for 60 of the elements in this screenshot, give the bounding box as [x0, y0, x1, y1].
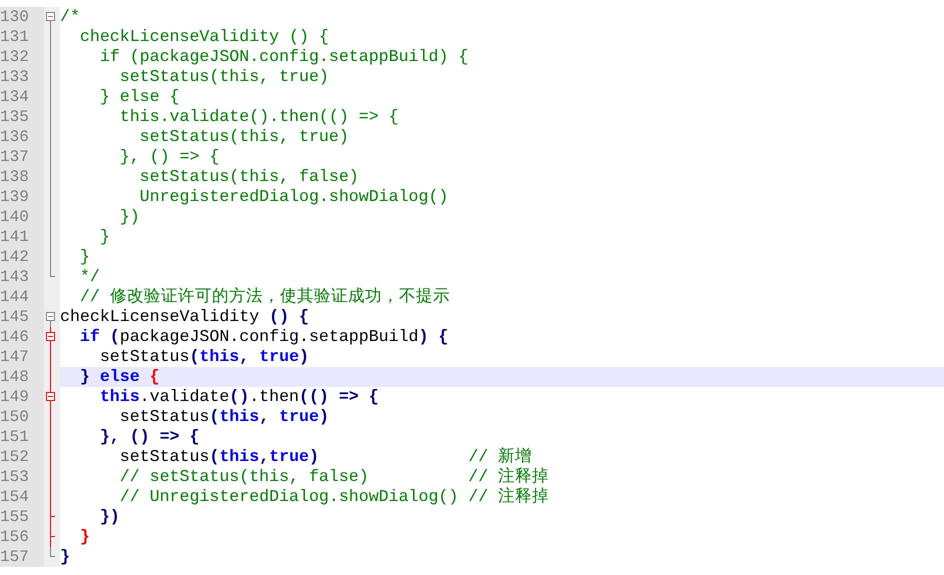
code-line: this.validate().then(() => {: [118, 107, 399, 127]
code-line: // 修改验证许可的方法，使其验证成功，不提示: [78, 287, 450, 307]
code-line: checkLicenseValidity () {: [78, 27, 329, 47]
line-number: 154: [0, 487, 44, 507]
fold-toggle-icon[interactable]: [46, 312, 55, 321]
line-number: 131: [0, 27, 44, 47]
code-line: }: [78, 247, 90, 267]
line-number: 133: [0, 67, 44, 87]
line-number: 139: [0, 187, 44, 207]
code-line: setStatus(this, true): [118, 67, 329, 87]
code-line: // UnregisteredDialog.showDialog() // 注释掉: [118, 487, 550, 507]
line-number: 152: [0, 447, 44, 467]
line-number: 156: [0, 527, 44, 547]
code-line: setStatus(this, false): [138, 167, 359, 187]
line-number: 134: [0, 87, 44, 107]
code-line: if (packageJSON.config.setappBuild) {: [98, 47, 468, 67]
code-line: } else {: [98, 87, 180, 107]
code-line: }, () => {: [98, 427, 200, 447]
code-line: setStatus(this, true): [138, 127, 349, 147]
code-line: setStatus(this, true): [118, 407, 329, 427]
code-line: }, () => {: [118, 147, 220, 167]
line-number: 136: [0, 127, 44, 147]
line-number: 157: [0, 547, 44, 567]
code-line: }): [98, 507, 120, 527]
line-number: 151: [0, 427, 44, 447]
code-line: UnregisteredDialog.showDialog(): [138, 187, 448, 207]
line-number: 144: [0, 287, 44, 307]
line-number: 140: [0, 207, 44, 227]
line-number: 137: [0, 147, 44, 167]
code-line: }: [60, 547, 70, 567]
line-number: 145: [0, 307, 44, 327]
code-line: }: [78, 527, 90, 547]
line-number: 135: [0, 107, 44, 127]
fold-toggle-icon[interactable]: [46, 332, 55, 341]
line-number: 130: [0, 7, 44, 27]
line-number: 155: [0, 507, 44, 527]
code-line: setStatus(this, true): [98, 347, 309, 367]
line-number: 143: [0, 267, 44, 287]
line-number: 150: [0, 407, 44, 427]
line-number: 142: [0, 247, 44, 267]
line-number: 141: [0, 227, 44, 247]
line-number: 138: [0, 167, 44, 187]
fold-toggle-icon[interactable]: [46, 392, 55, 401]
line-number: 148: [0, 367, 44, 387]
code-line: this.validate().then(() => {: [98, 387, 379, 407]
line-number: 147: [0, 347, 44, 367]
code-line: if (packageJSON.config.setappBuild) {: [78, 327, 448, 347]
code-line: // setStatus(this, false) // 注释掉: [118, 467, 550, 487]
code-line: /*: [60, 7, 80, 27]
code-line: }): [118, 207, 140, 227]
fold-toggle-icon[interactable]: [46, 12, 55, 21]
code-line: }: [98, 227, 110, 247]
line-number: 132: [0, 47, 44, 67]
code-line: } else {: [78, 367, 160, 387]
code-line: setStatus(this,true) // 新增: [118, 447, 532, 467]
code-line: */: [78, 267, 100, 287]
line-number: 149: [0, 387, 44, 407]
line-number: 146: [0, 327, 44, 347]
line-number: 153: [0, 467, 44, 487]
code-line: checkLicenseValidity () {: [60, 307, 309, 327]
